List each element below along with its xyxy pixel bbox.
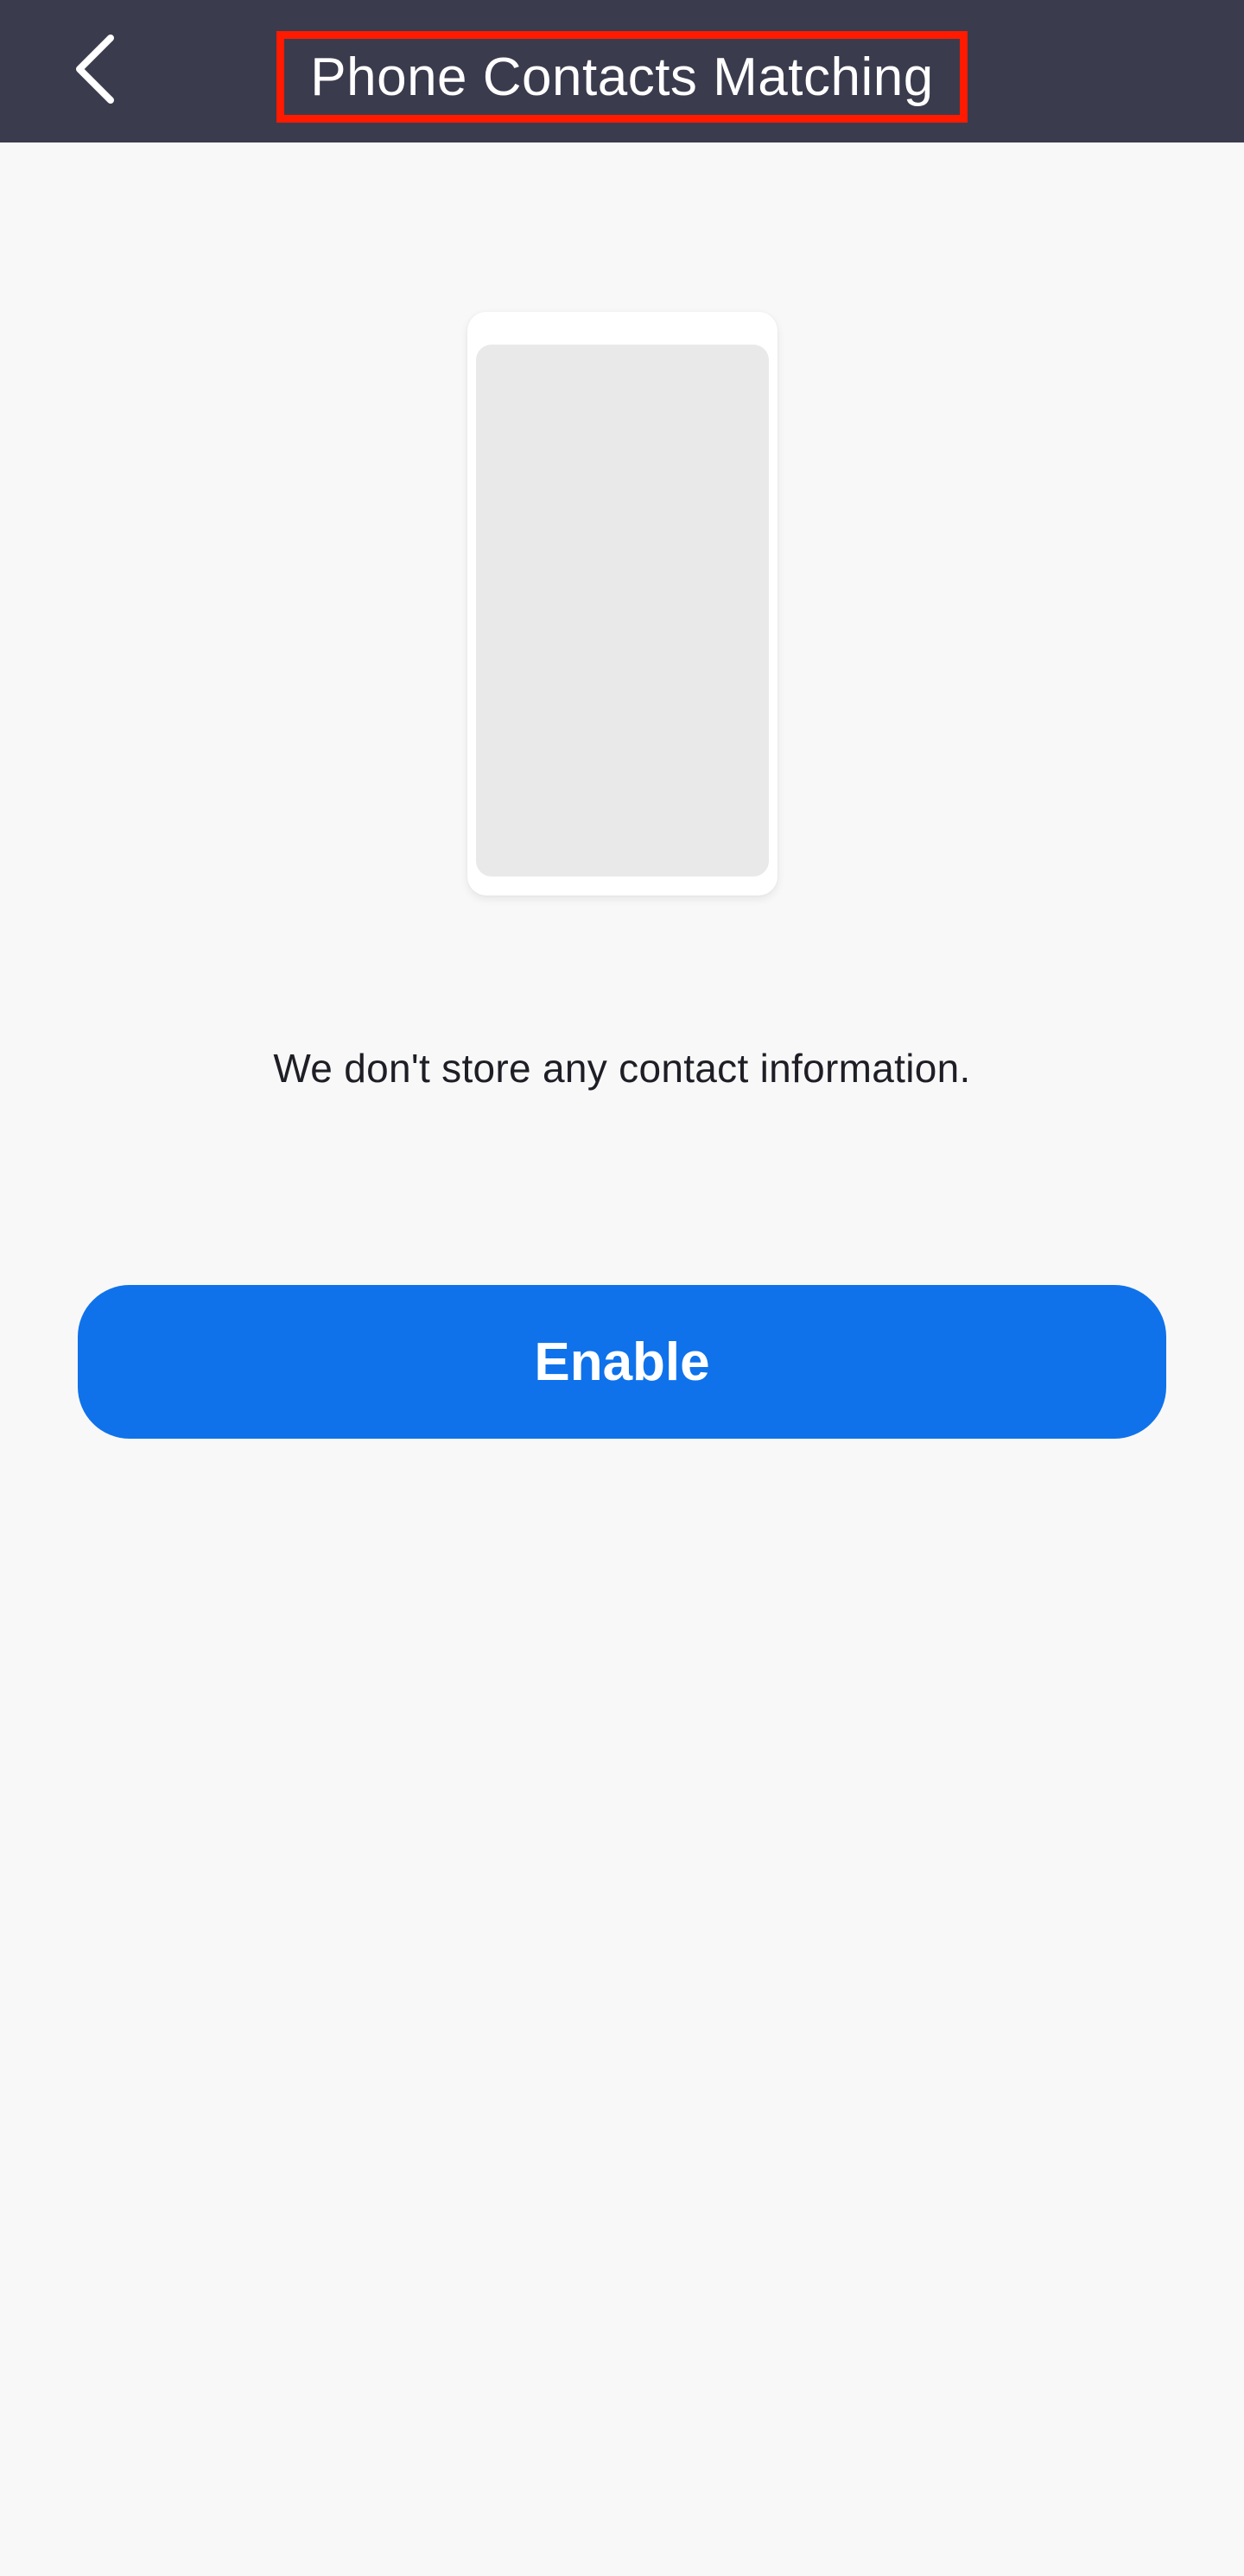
top-app-bar: Phone Contacts Matching (0, 0, 1244, 142)
phone-screen (476, 345, 769, 877)
phone-illustration (467, 312, 778, 896)
page-title: Phone Contacts Matching (310, 47, 934, 107)
title-highlight-box: Phone Contacts Matching (276, 31, 968, 123)
privacy-info-text: We don't store any contact information. (273, 1046, 971, 1091)
chevron-left-icon (71, 33, 119, 110)
back-button[interactable] (52, 26, 138, 117)
enable-button[interactable]: Enable (78, 1285, 1166, 1439)
